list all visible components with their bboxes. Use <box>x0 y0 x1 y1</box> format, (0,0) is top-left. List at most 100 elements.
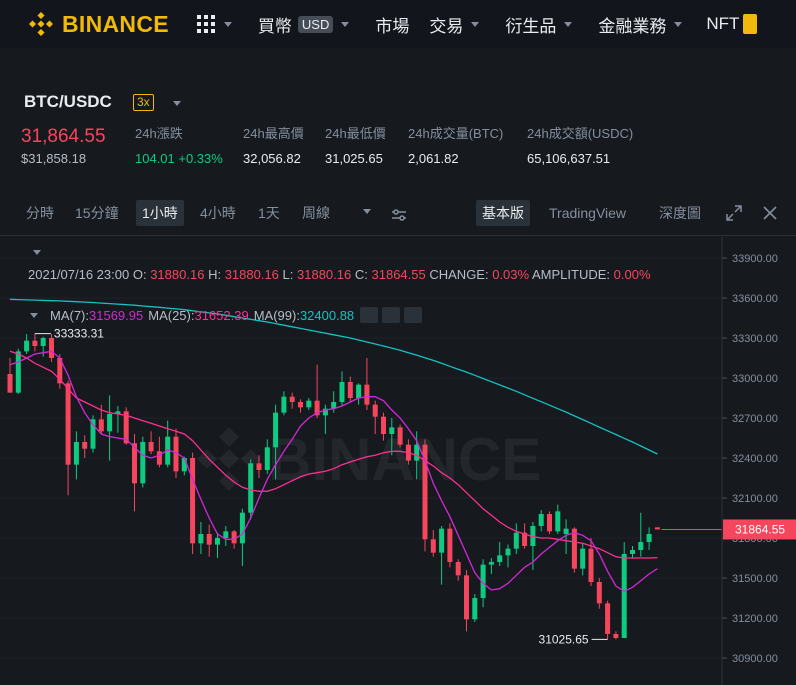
ohlc-close-label: C: <box>354 267 368 282</box>
candle-body <box>455 562 461 576</box>
tab-view-tradingview[interactable]: TradingView <box>549 200 626 226</box>
tab-view-basic[interactable]: 基本版 <box>476 200 530 226</box>
candle-body <box>389 427 395 434</box>
stat-value: 65,106,637.51 <box>527 151 611 166</box>
nav-trade-label: 交易 <box>429 16 464 36</box>
tab-interval-1w[interactable]: 周線 <box>302 200 330 226</box>
ohlc-high-label: H: <box>208 267 222 282</box>
candle-body <box>447 528 453 562</box>
candle-body <box>32 340 38 346</box>
ohlc-info: 2021/07/16 23:00 O: 31880.16 H: 31880.16… <box>28 264 718 286</box>
stat-label: 24h成交量(BTC) <box>408 126 504 141</box>
candle-body <box>347 382 353 398</box>
top-nav: BINANCE 買幣 USD 市場 交易 衍生品 金融業務 NFT <box>0 0 796 48</box>
chevron-down-icon <box>471 21 480 27</box>
ma25-label: MA(25): <box>148 307 195 323</box>
candle-body <box>547 514 552 532</box>
candle-body <box>364 384 370 405</box>
candle-body <box>414 444 420 461</box>
tab-interval-1h[interactable]: 1小時 <box>136 200 184 226</box>
candle-body <box>638 542 644 550</box>
ma99-value: 32400.88 <box>299 307 355 323</box>
candle-body <box>198 534 204 544</box>
tab-interval-15m[interactable]: 15分鐘 <box>75 200 119 226</box>
candle-body <box>488 562 494 565</box>
candle-body <box>107 414 113 432</box>
last-price: 31,864.55 <box>21 126 106 147</box>
candlestick-chart[interactable]: BINANCE 33333.31 31025.65 33900.00 33600.0… <box>0 237 796 685</box>
chevron-down-icon <box>341 21 350 27</box>
candle-body <box>215 538 220 545</box>
ohlc-open: 31880.16 <box>150 267 205 282</box>
tab-interval-4h[interactable]: 4小時 <box>200 200 236 226</box>
nav-buy-crypto[interactable]: 買幣 USD <box>258 12 350 37</box>
tab-interval-time[interactable]: 分時 <box>26 200 54 226</box>
candle-body <box>505 548 511 556</box>
pair-header: BTC/USDC 3x 31,864.55 $31,858.18 24h漲跌 1… <box>0 48 796 188</box>
apps-grid-icon[interactable] <box>196 14 232 34</box>
candle-body <box>605 603 611 634</box>
candle-body <box>580 548 586 569</box>
tab-view-depth[interactable]: 深度圖 <box>659 200 701 226</box>
ma25-value: 31652.39 <box>194 307 249 323</box>
y-tick-label: 32400.00 <box>732 453 778 465</box>
high-marker-label: 33333.31 <box>54 327 104 341</box>
visibility-eye-icon[interactable] <box>360 307 379 323</box>
candle-body <box>563 528 569 534</box>
close-icon[interactable] <box>763 206 777 220</box>
candle-body <box>190 458 196 544</box>
ohlc-amplitude-label: AMPLITUDE: <box>532 267 611 282</box>
tab-interval-1d[interactable]: 1天 <box>258 200 280 226</box>
collapse-chevron-icon[interactable] <box>33 250 41 255</box>
nav-markets[interactable]: 市場 <box>375 12 409 37</box>
stat-value: 31,025.65 <box>325 151 383 166</box>
y-tick-label: 32700.00 <box>732 413 778 425</box>
chevron-down-icon <box>564 21 573 27</box>
candle-body <box>181 458 187 472</box>
currency-badge[interactable]: USD <box>297 15 334 33</box>
candle-body <box>7 374 13 393</box>
candle-body <box>156 451 162 465</box>
ohlc-change: 0.03% <box>492 267 530 282</box>
stat-label: 24h最高價 <box>243 126 304 141</box>
chart-area[interactable]: BINANCE 33333.31 31025.65 33900.00 33600.0… <box>0 237 796 685</box>
nav-finance[interactable]: 金融業務 <box>598 12 683 37</box>
candle-body <box>256 463 262 470</box>
fullscreen-icon[interactable] <box>726 205 742 221</box>
indicator-settings-icon[interactable] <box>391 208 407 222</box>
stat-24h-turnover: 24h成交額(USDC) 65,106,637.51 <box>527 123 633 166</box>
ohlc-low: 31880.16 <box>297 267 352 282</box>
candle-body <box>397 427 403 445</box>
collapse-ma-chevron-icon[interactable] <box>30 312 38 318</box>
candle-body <box>264 447 270 470</box>
y-tick-label: 30900.00 <box>732 653 778 665</box>
ohlc-date: 2021/07/16 23:00 <box>28 267 130 282</box>
y-tick-label: 32100.00 <box>732 493 778 505</box>
binance-logo-icon <box>29 12 53 36</box>
more-intervals-chevron-icon[interactable] <box>363 209 371 214</box>
pair-symbol[interactable]: BTC/USDC <box>24 92 112 112</box>
candle-body <box>497 555 503 562</box>
candle-body <box>281 396 287 413</box>
candle-body <box>596 582 602 604</box>
candle-body <box>381 416 386 434</box>
nav-trade[interactable]: 交易 <box>429 12 480 37</box>
candle-body <box>306 400 312 408</box>
settings-gear-icon[interactable] <box>382 307 401 323</box>
nav-nft[interactable]: NFT <box>706 14 758 34</box>
ma99-label: MA(99): <box>253 307 300 323</box>
candle-body <box>231 531 237 544</box>
candle-body <box>73 442 79 465</box>
candle-body <box>206 534 212 545</box>
candle-body <box>15 351 21 393</box>
candle-body <box>630 550 635 554</box>
chevron-down-icon <box>674 21 683 27</box>
remove-close-icon[interactable] <box>404 307 423 323</box>
brand-name: BINANCE <box>62 10 169 37</box>
chevron-down-icon[interactable] <box>173 101 181 106</box>
candle-body <box>239 512 245 544</box>
nav-derivatives[interactable]: 衍生品 <box>505 12 573 37</box>
stat-24h-change: 24h漲跌 104.01 +0.33% <box>135 123 223 166</box>
watermark-text: BINANCE <box>268 426 541 493</box>
binance-logo[interactable]: BINANCE <box>29 0 169 48</box>
